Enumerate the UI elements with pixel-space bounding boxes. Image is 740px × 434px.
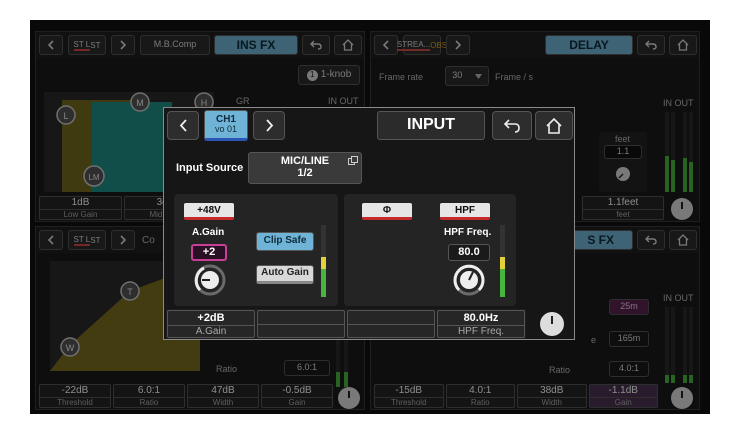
next-channel-button[interactable] — [253, 111, 285, 140]
again-value: +2 — [202, 245, 216, 258]
chevron-right-icon — [265, 119, 273, 132]
param-empty-2[interactable] — [347, 310, 435, 338]
input-source-button[interactable]: MIC/LINE 1/2 — [248, 152, 362, 184]
popup-title: INPUT — [377, 111, 485, 140]
popup-window-icon — [348, 156, 358, 165]
channel-line2: vo 01 — [214, 124, 238, 135]
param-value: 80.0Hz — [438, 311, 524, 326]
knob-button[interactable] — [540, 312, 564, 336]
phantom-label: +48V — [197, 204, 221, 216]
input-source-line2: 1/2 — [297, 167, 313, 179]
input-popup: CH1 vo 01 INPUT Input Source MIC/LINE 1/2… — [163, 107, 575, 340]
param-value — [348, 323, 434, 325]
again-meter-fill — [321, 257, 326, 297]
again-label: A.Gain — [192, 227, 225, 238]
hpf-freq-label: HPF Freq. — [444, 227, 492, 238]
back-button[interactable] — [492, 111, 532, 140]
popup-param-strip: +2dB A.Gain 80.0Hz HPF Freq. — [166, 309, 526, 339]
again-value-box[interactable]: +2 — [191, 244, 227, 261]
popup-title-text: INPUT — [407, 116, 455, 134]
phase-label: Φ — [382, 204, 392, 216]
knob-icon — [551, 316, 553, 324]
hpf-freq-value: 80.0 — [458, 245, 480, 258]
param-name: A.Gain — [195, 325, 227, 337]
hpf-freq-value-box[interactable]: 80.0 — [448, 244, 490, 261]
home-button[interactable] — [535, 111, 573, 140]
mixer-screen: ST L ST M.B.Comp INS FX 1 1-knob GR IN OUT… — [30, 20, 710, 414]
auto-gain-button[interactable]: Auto Gain — [256, 265, 314, 284]
prev-channel-button[interactable] — [167, 111, 199, 140]
param-value: +2dB — [168, 311, 254, 326]
param-again[interactable]: +2dB A.Gain — [167, 310, 255, 338]
hpf-meter-fill — [500, 257, 505, 297]
param-name: HPF Freq. — [457, 325, 505, 337]
input-source-label: Input Source — [176, 162, 244, 174]
param-value — [258, 323, 344, 325]
clip-safe-label: Clip Safe — [263, 235, 307, 247]
phase-button[interactable]: Φ — [362, 203, 412, 220]
auto-gain-label: Auto Gain — [261, 267, 309, 279]
hpf-button[interactable]: HPF — [440, 203, 490, 220]
channel-badge[interactable]: CH1 vo 01 — [204, 110, 248, 141]
phantom-power-button[interactable]: +48V — [184, 203, 234, 220]
clip-safe-button[interactable]: Clip Safe — [256, 232, 314, 251]
hpf-knob-icon[interactable] — [453, 264, 485, 296]
again-knob-icon[interactable] — [194, 264, 226, 296]
param-empty-1[interactable] — [257, 310, 345, 338]
hpf-label: HPF — [455, 204, 475, 216]
home-icon — [546, 117, 562, 134]
chevron-left-icon — [179, 119, 187, 132]
param-hpf-freq[interactable]: 80.0Hz HPF Freq. — [437, 310, 525, 338]
undo-icon — [504, 118, 520, 133]
again-meter — [321, 225, 326, 297]
hpf-meter — [500, 225, 505, 297]
